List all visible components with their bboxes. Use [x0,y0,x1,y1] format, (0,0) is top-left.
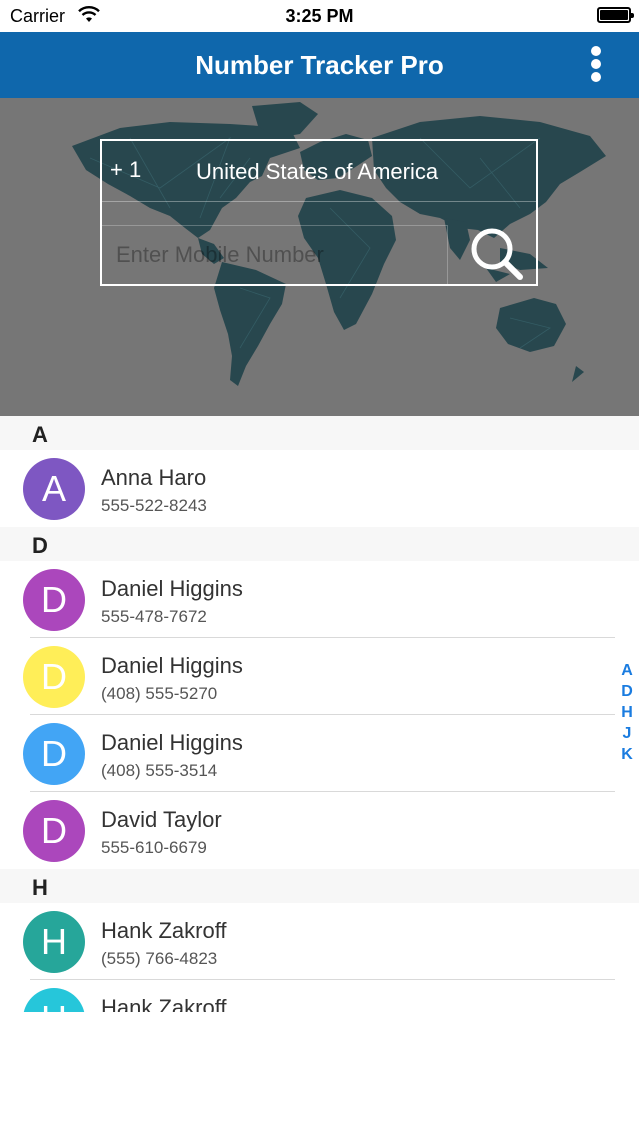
section-header-h: H [0,869,639,903]
contact-name: Daniel Higgins [101,653,243,678]
avatar: H [23,911,85,973]
index-letter-k[interactable]: K [614,746,639,767]
avatar: D [23,569,85,631]
contact-name: Anna Haro [101,465,207,490]
search-icon[interactable] [468,225,528,285]
section-letter: H [32,875,48,900]
avatar: A [23,458,85,520]
index-letter-j[interactable]: J [614,725,639,746]
contact-phone: 555-522-8243 [101,496,207,515]
search-hero: + 1 United States of America [0,98,639,416]
contact-row[interactable]: H Hank Zakroff (555) 766-4823 [0,903,639,980]
section-header-d: D [0,527,639,561]
contact-row[interactable]: D Daniel Higgins 555-478-7672 [0,561,639,638]
index-letter-d[interactable]: D [614,683,639,704]
avatar: D [23,646,85,708]
index-letter-a[interactable]: A [614,662,639,683]
avatar: D [23,723,85,785]
section-letter: A [32,422,48,447]
contact-phone: (408) 555-5270 [101,684,218,703]
country-selector[interactable]: + 1 United States of America [102,141,536,202]
index-letter-h[interactable]: H [614,704,639,725]
contact-name: Hank Zakroff [101,918,227,943]
search-panel: + 1 United States of America [100,139,538,286]
contact-phone: 555-478-7672 [101,607,207,626]
avatar: H [23,988,85,1012]
contact-name: David Taylor [101,807,222,832]
contact-phone: (555) 766-4823 [101,949,218,968]
contact-row[interactable]: A Anna Haro 555-522-8243 [0,450,639,527]
alphabet-index: A D H J K [614,662,639,767]
contact-phone: (408) 555-3514 [101,761,218,780]
status-bar: Carrier 3:25 PM [0,0,639,32]
avatar: D [23,800,85,862]
section-header-a: A [0,416,639,450]
country-name: United States of America [196,159,439,184]
more-vertical-icon[interactable] [585,44,609,84]
contact-row[interactable]: D David Taylor 555-610-6679 [0,792,639,869]
contact-name: Daniel Higgins [101,576,243,601]
contact-list: A A Anna Haro 555-522-8243 D D Daniel Hi… [0,416,639,1012]
battery-icon [597,7,634,23]
nav-bar: Number Tracker Pro [0,32,639,98]
contact-row[interactable]: H Hank Zakroff [0,980,639,1012]
section-letter: D [32,533,48,558]
mobile-number-input[interactable] [102,225,448,285]
contact-row[interactable]: D Daniel Higgins (408) 555-3514 [0,715,639,792]
status-time: 3:25 PM [285,6,354,26]
app-title: Number Tracker Pro [195,50,444,80]
contact-name: Daniel Higgins [101,730,243,755]
contact-phone: 555-610-6679 [101,838,207,857]
contact-name: Hank Zakroff [101,995,227,1012]
contact-row[interactable]: D Daniel Higgins (408) 555-5270 [0,638,639,715]
country-code: + 1 [110,157,142,182]
